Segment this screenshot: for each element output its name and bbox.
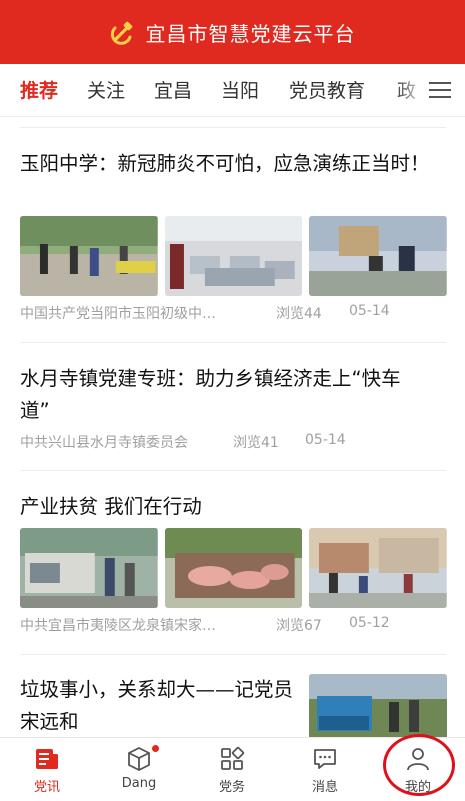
view-count: 浏览44 bbox=[276, 306, 322, 322]
article-photo[interactable] bbox=[164, 216, 303, 296]
divider bbox=[20, 654, 446, 655]
message-icon bbox=[314, 749, 336, 769]
news-icon bbox=[36, 749, 58, 769]
tab-follow[interactable]: 关注 bbox=[87, 76, 125, 103]
nav-dang[interactable]: Dang bbox=[99, 745, 179, 791]
article-source: 中共宜昌市夷陵区龙泉镇宋家… bbox=[20, 618, 216, 634]
view-count: 浏览41 bbox=[233, 435, 279, 451]
nav-messages-label: 消息 bbox=[311, 780, 338, 795]
article-meta: 中共宜昌市夷陵区龙泉镇宋家… 浏览67 05-12 bbox=[20, 615, 447, 635]
nav-dang-label: Dang bbox=[121, 776, 157, 791]
party-emblem-icon bbox=[110, 19, 136, 45]
highlight-circle bbox=[383, 734, 455, 796]
article-meta: 中国共产党当阳市玉阳初级中… 浏览44 05-14 bbox=[20, 303, 447, 323]
app-title: 宜昌市智慧党建云平台 bbox=[145, 21, 356, 46]
article-source: 中共兴山县水月寺镇委员会 bbox=[20, 435, 188, 451]
divider bbox=[20, 342, 446, 343]
app-header: 宜昌市智慧党建云平台 bbox=[0, 0, 465, 64]
publish-date: 05-12 bbox=[349, 615, 390, 631]
nav-messages[interactable]: 消息 bbox=[285, 746, 365, 795]
tab-yichang[interactable]: 宜昌 bbox=[154, 76, 192, 103]
view-count: 浏览67 bbox=[276, 618, 322, 634]
article-title[interactable]: 产业扶贫 我们在行动 bbox=[20, 491, 430, 523]
article-photo[interactable] bbox=[309, 216, 448, 296]
nav-party-affairs-label: 党务 bbox=[218, 780, 245, 795]
article-photo[interactable] bbox=[20, 216, 158, 296]
article-photo[interactable] bbox=[309, 528, 448, 608]
nav-news[interactable]: 党讯 bbox=[7, 746, 87, 795]
article-photo[interactable] bbox=[164, 528, 303, 608]
tab-menu-icon[interactable] bbox=[429, 80, 451, 100]
publish-date: 05-14 bbox=[305, 432, 346, 448]
article-photo[interactable] bbox=[309, 674, 447, 740]
article-title[interactable]: 水月寺镇党建专班：助力乡镇经济走上“快车道” bbox=[20, 363, 430, 427]
tab-member-education[interactable]: 党员教育 bbox=[289, 76, 365, 103]
article-meta: 中共兴山县水月寺镇委员会 浏览41 05-14 bbox=[20, 432, 447, 452]
cube-icon bbox=[128, 746, 150, 772]
article-images bbox=[20, 528, 448, 608]
grid-icon bbox=[221, 746, 245, 770]
divider bbox=[20, 470, 446, 471]
article-photo[interactable] bbox=[20, 528, 158, 608]
article-title[interactable]: 玉阳中学：新冠肺炎不可怕，应急演练正当时！ bbox=[20, 148, 430, 180]
nav-news-label: 党讯 bbox=[33, 780, 60, 795]
channel-tabs: 推荐 关注 宜昌 当阳 党员教育 政 bbox=[0, 64, 465, 117]
tab-dangyang[interactable]: 当阳 bbox=[221, 76, 259, 103]
tab-recommend[interactable]: 推荐 bbox=[20, 76, 58, 103]
article-source: 中国共产党当阳市玉阳初级中… bbox=[20, 306, 216, 322]
article-title[interactable]: 垃圾事小，关系却大——记党员宋远和 bbox=[20, 674, 298, 738]
article-images bbox=[20, 216, 448, 296]
divider bbox=[20, 127, 446, 128]
notification-dot bbox=[152, 745, 159, 752]
publish-date: 05-14 bbox=[349, 303, 390, 319]
nav-party-affairs[interactable]: 党务 bbox=[192, 746, 272, 795]
